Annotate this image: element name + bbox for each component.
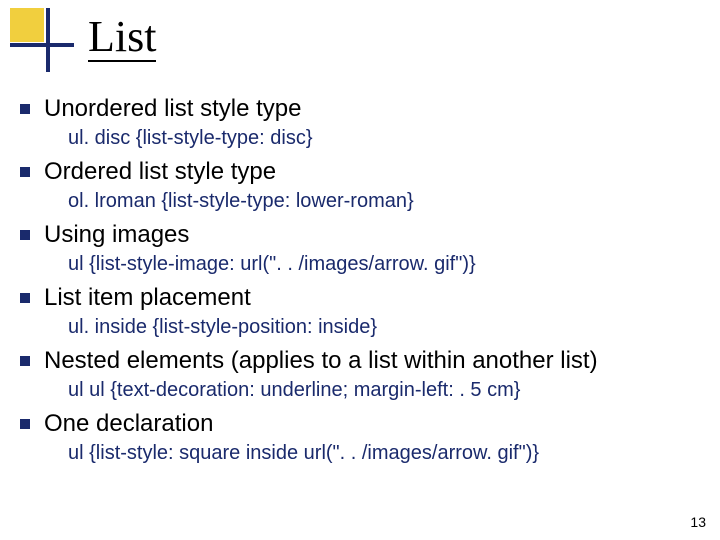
item-heading: Ordered list style type <box>44 157 276 187</box>
accent-square-icon <box>10 8 44 42</box>
title-decoration <box>10 8 66 64</box>
item-heading: One declaration <box>44 409 213 439</box>
square-bullet-icon <box>20 104 30 114</box>
item-heading: Using images <box>44 220 189 250</box>
list-item: List item placement <box>20 283 700 313</box>
item-code: ul. disc {list-style-type: disc} <box>68 126 700 151</box>
square-bullet-icon <box>20 293 30 303</box>
slide-title: List <box>88 14 156 62</box>
list-item: Nested elements (applies to a list withi… <box>20 346 700 376</box>
list-item: Using images <box>20 220 700 250</box>
square-bullet-icon <box>20 356 30 366</box>
list-item: One declaration <box>20 409 700 439</box>
item-code: ul ul {text-decoration: underline; margi… <box>68 378 700 403</box>
page-number: 13 <box>690 514 706 530</box>
item-heading: Unordered list style type <box>44 94 301 124</box>
decoration-vline <box>46 8 50 72</box>
item-heading: Nested elements (applies to a list withi… <box>44 346 598 376</box>
square-bullet-icon <box>20 167 30 177</box>
item-heading: List item placement <box>44 283 251 313</box>
list-item: Ordered list style type <box>20 157 700 187</box>
decoration-hline <box>10 43 74 47</box>
item-code: ul {list-style: square inside url(". . /… <box>68 441 700 466</box>
item-code: ol. lroman {list-style-type: lower-roman… <box>68 189 700 214</box>
square-bullet-icon <box>20 230 30 240</box>
list-item: Unordered list style type <box>20 94 700 124</box>
slide: List Unordered list style type ul. disc … <box>0 0 720 540</box>
slide-content: Unordered list style type ul. disc {list… <box>20 88 700 468</box>
item-code: ul. inside {list-style-position: inside} <box>68 315 700 340</box>
item-code: ul {list-style-image: url(". . /images/a… <box>68 252 700 277</box>
square-bullet-icon <box>20 419 30 429</box>
